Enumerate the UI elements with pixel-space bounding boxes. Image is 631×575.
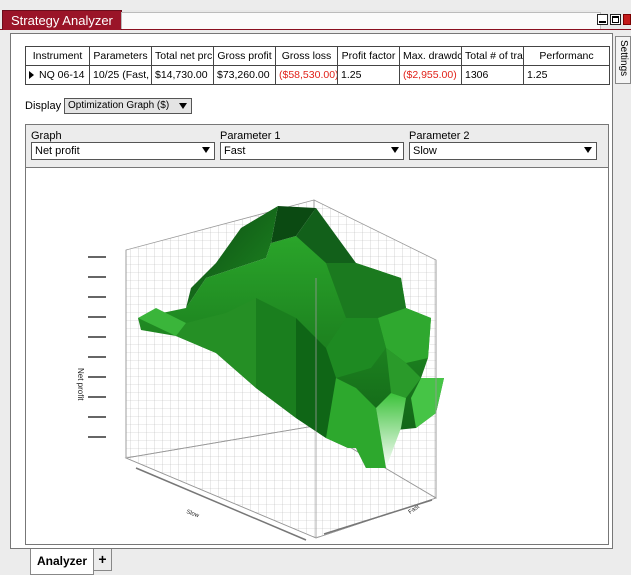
display-label: Display	[25, 100, 62, 112]
graph-label: Graph	[31, 130, 62, 142]
table-row[interactable]: NQ 06-14 10/25 (Fast, $14,730.00 $73,260…	[25, 65, 610, 85]
optimization-3d-surface[interactable]: Net profit Fast Slow	[26, 168, 610, 545]
chevron-down-icon	[179, 103, 187, 109]
analyzer-panel: Instrument Parameters Total net prc Gros…	[10, 33, 613, 549]
results-table: Instrument Parameters Total net prc Gros…	[25, 46, 610, 85]
chevron-down-icon	[391, 147, 399, 153]
col-header[interactable]: Gross loss	[275, 46, 338, 66]
window-titlebar: Strategy Analyzer	[0, 10, 631, 30]
minimize-button[interactable]	[597, 14, 608, 25]
total-net-profit-cell: $14,730.00	[151, 65, 214, 85]
graph-parameters-panel: Graph Net profit Parameter 1 Fast Parame…	[25, 124, 609, 168]
window-title[interactable]: Strategy Analyzer	[2, 10, 122, 30]
performance-cell: 1.25	[523, 65, 610, 85]
col-header[interactable]: Profit factor	[337, 46, 400, 66]
col-header[interactable]: Instrument	[25, 46, 90, 66]
z-axis-ticks	[88, 256, 106, 438]
parameter2-select[interactable]: Slow	[409, 142, 597, 160]
gross-loss-cell: ($58,530.00)	[275, 65, 338, 85]
settings-side-tab[interactable]: Settings	[615, 36, 631, 84]
display-select[interactable]: Optimization Graph ($)	[64, 98, 192, 114]
y-axis-label: Slow	[185, 509, 200, 519]
title-bar-fill	[121, 12, 601, 29]
gross-profit-cell: $73,260.00	[213, 65, 276, 85]
parameter1-label: Parameter 1	[220, 130, 281, 142]
chevron-down-icon	[584, 147, 592, 153]
parameter1-select[interactable]: Fast	[220, 142, 404, 160]
results-header-row: Instrument Parameters Total net prc Gros…	[25, 46, 610, 66]
row-expand-icon[interactable]	[29, 71, 34, 80]
instrument-cell: NQ 06-14	[25, 65, 90, 85]
optimization-graph-area[interactable]: Net profit Fast Slow	[25, 168, 609, 545]
profit-factor-cell: 1.25	[337, 65, 400, 85]
col-header[interactable]: Parameters	[89, 46, 152, 66]
col-header[interactable]: Performanc	[523, 46, 610, 66]
settings-side-tab-label: Settings	[618, 40, 629, 77]
parameter2-label: Parameter 2	[409, 130, 470, 142]
z-axis-label: Net profit	[76, 368, 85, 401]
col-header[interactable]: Max. drawdc	[399, 46, 462, 66]
close-button[interactable]	[623, 14, 631, 25]
col-header[interactable]: Total # of tra	[461, 46, 524, 66]
max-drawdown-cell: ($2,955.00)	[399, 65, 462, 85]
maximize-button[interactable]	[610, 14, 621, 25]
col-header[interactable]: Total net prc	[151, 46, 214, 66]
col-header[interactable]: Gross profit	[213, 46, 276, 66]
chevron-down-icon	[202, 147, 210, 153]
total-trades-cell: 1306	[461, 65, 524, 85]
add-tab-button[interactable]: +	[94, 549, 112, 571]
tab-analyzer[interactable]: Analyzer	[30, 549, 94, 575]
parameters-cell: 10/25 (Fast,	[89, 65, 152, 85]
graph-select[interactable]: Net profit	[31, 142, 215, 160]
